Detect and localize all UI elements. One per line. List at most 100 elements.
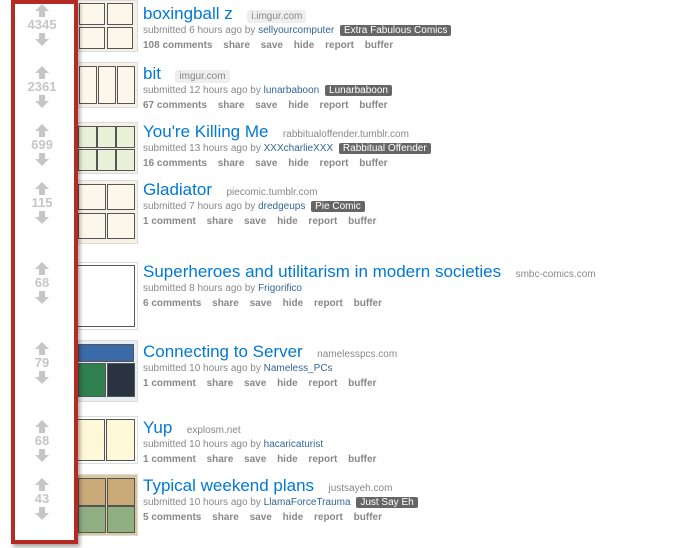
thumbnail[interactable] bbox=[74, 180, 138, 244]
post-entry: Typical weekend plans justsayeh.com subm… bbox=[143, 476, 418, 523]
report-button[interactable]: report bbox=[314, 512, 343, 523]
hide-button[interactable]: hide bbox=[277, 378, 298, 389]
comments-link[interactable]: 1 comment bbox=[143, 454, 196, 465]
post-actions: 1 comment share save hide report buffer bbox=[143, 378, 397, 389]
report-button[interactable]: report bbox=[325, 40, 354, 51]
save-button[interactable]: save bbox=[255, 158, 277, 169]
share-button[interactable]: share bbox=[207, 216, 234, 227]
save-button[interactable]: save bbox=[261, 40, 283, 51]
post-domain[interactable]: imgur.com bbox=[175, 70, 230, 83]
hide-button[interactable]: hide bbox=[277, 454, 298, 465]
submitted-text: submitted 10 hours ago by bbox=[143, 497, 261, 508]
author-link[interactable]: XXXcharlieXXX bbox=[264, 143, 333, 154]
hide-button[interactable]: hide bbox=[283, 512, 304, 523]
post-domain[interactable]: explosm.net bbox=[187, 425, 241, 436]
save-button[interactable]: save bbox=[244, 378, 266, 389]
post-title[interactable]: Typical weekend plans bbox=[143, 476, 314, 495]
post-domain[interactable]: namelesspcs.com bbox=[317, 349, 397, 360]
author-link[interactable]: LlamaForceTrauma bbox=[264, 497, 351, 508]
post-domain[interactable]: rabbitualoffender.tumblr.com bbox=[283, 129, 409, 140]
report-button[interactable]: report bbox=[320, 158, 349, 169]
post-title[interactable]: Gladiator bbox=[143, 180, 212, 199]
submitted-text: submitted 10 hours ago by bbox=[143, 439, 261, 450]
post-actions: 5 comments share save hide report buffer bbox=[143, 512, 418, 523]
author-link[interactable]: sellyourcomputer bbox=[258, 25, 334, 36]
buffer-button[interactable]: buffer bbox=[365, 40, 393, 51]
author-link[interactable]: hacaricaturist bbox=[264, 439, 323, 450]
tagline: submitted 13 hours ago by XXXcharlieXXX … bbox=[143, 143, 431, 154]
post-title[interactable]: You're Killing Me bbox=[143, 122, 268, 141]
flair-badge: Extra Fabulous Comics bbox=[340, 25, 452, 36]
save-button[interactable]: save bbox=[255, 100, 277, 111]
tagline: submitted 12 hours ago by lunarbaboon Lu… bbox=[143, 85, 396, 96]
hide-button[interactable]: hide bbox=[288, 158, 309, 169]
report-button[interactable]: report bbox=[308, 454, 337, 465]
report-button[interactable]: report bbox=[314, 298, 343, 309]
buffer-button[interactable]: buffer bbox=[359, 100, 387, 111]
buffer-button[interactable]: buffer bbox=[354, 298, 382, 309]
post-title[interactable]: Superheroes and utilitarism in modern so… bbox=[143, 262, 501, 281]
flair-badge: Rabbitual Offender bbox=[338, 143, 431, 154]
thumbnail[interactable] bbox=[74, 122, 138, 174]
report-button[interactable]: report bbox=[308, 378, 337, 389]
hide-button[interactable]: hide bbox=[283, 298, 304, 309]
save-button[interactable]: save bbox=[250, 298, 272, 309]
submitted-text: submitted 8 hours ago by bbox=[143, 283, 256, 294]
author-link[interactable]: lunarbaboon bbox=[264, 85, 320, 96]
comments-link[interactable]: 1 comment bbox=[143, 378, 196, 389]
report-button[interactable]: report bbox=[308, 216, 337, 227]
thumbnail[interactable] bbox=[74, 262, 138, 330]
comments-link[interactable]: 1 comment bbox=[143, 216, 196, 227]
hide-button[interactable]: hide bbox=[288, 100, 309, 111]
buffer-button[interactable]: buffer bbox=[348, 378, 376, 389]
thumbnail[interactable] bbox=[74, 0, 138, 52]
comments-link[interactable]: 6 comments bbox=[143, 298, 201, 309]
comments-link[interactable]: 67 comments bbox=[143, 100, 207, 111]
submitted-text: submitted 13 hours ago by bbox=[143, 143, 261, 154]
share-button[interactable]: share bbox=[218, 100, 245, 111]
post-actions: 67 comments share save hide report buffe… bbox=[143, 100, 396, 111]
author-link[interactable]: Frigorifico bbox=[258, 283, 302, 294]
share-button[interactable]: share bbox=[218, 158, 245, 169]
comments-link[interactable]: 5 comments bbox=[143, 512, 201, 523]
post-title[interactable]: Connecting to Server bbox=[143, 342, 303, 361]
post-domain[interactable]: i.imgur.com bbox=[247, 10, 307, 23]
thumbnail[interactable] bbox=[74, 62, 138, 108]
submitted-text: submitted 6 hours ago by bbox=[143, 25, 256, 36]
post-domain[interactable]: piecomic.tumblr.com bbox=[226, 187, 317, 198]
post-entry: Gladiator piecomic.tumblr.com submitted … bbox=[143, 180, 384, 227]
share-button[interactable]: share bbox=[212, 298, 239, 309]
post-title[interactable]: Yup bbox=[143, 418, 172, 437]
save-button[interactable]: save bbox=[244, 216, 266, 227]
report-button[interactable]: report bbox=[320, 100, 349, 111]
post-entry: Connecting to Server namelesspcs.com sub… bbox=[143, 342, 397, 389]
post-domain[interactable]: justsayeh.com bbox=[329, 483, 393, 494]
flair-badge: Just Say Eh bbox=[356, 497, 418, 508]
thumbnail[interactable] bbox=[74, 340, 138, 402]
buffer-button[interactable]: buffer bbox=[348, 454, 376, 465]
hide-button[interactable]: hide bbox=[294, 40, 315, 51]
save-button[interactable]: save bbox=[244, 454, 266, 465]
post-title[interactable]: bit bbox=[143, 64, 161, 83]
thumbnail[interactable] bbox=[74, 474, 138, 536]
post-entry: Yup explosm.net submitted 10 hours ago b… bbox=[143, 418, 384, 465]
hide-button[interactable]: hide bbox=[277, 216, 298, 227]
author-link[interactable]: Nameless_PCs bbox=[264, 363, 333, 374]
tagline: submitted 7 hours ago by dredgeups Pie C… bbox=[143, 201, 384, 212]
author-link[interactable]: dredgeups bbox=[258, 201, 305, 212]
post-title[interactable]: boxingball z bbox=[143, 4, 233, 23]
save-button[interactable]: save bbox=[250, 512, 272, 523]
post-actions: 16 comments share save hide report buffe… bbox=[143, 158, 431, 169]
share-button[interactable]: share bbox=[223, 40, 250, 51]
thumbnail[interactable] bbox=[74, 416, 138, 464]
submitted-text: submitted 12 hours ago by bbox=[143, 85, 261, 96]
comments-link[interactable]: 108 comments bbox=[143, 40, 212, 51]
comments-link[interactable]: 16 comments bbox=[143, 158, 207, 169]
buffer-button[interactable]: buffer bbox=[359, 158, 387, 169]
buffer-button[interactable]: buffer bbox=[354, 512, 382, 523]
post-domain[interactable]: smbc-comics.com bbox=[516, 269, 596, 280]
share-button[interactable]: share bbox=[207, 378, 234, 389]
share-button[interactable]: share bbox=[207, 454, 234, 465]
buffer-button[interactable]: buffer bbox=[348, 216, 376, 227]
share-button[interactable]: share bbox=[212, 512, 239, 523]
